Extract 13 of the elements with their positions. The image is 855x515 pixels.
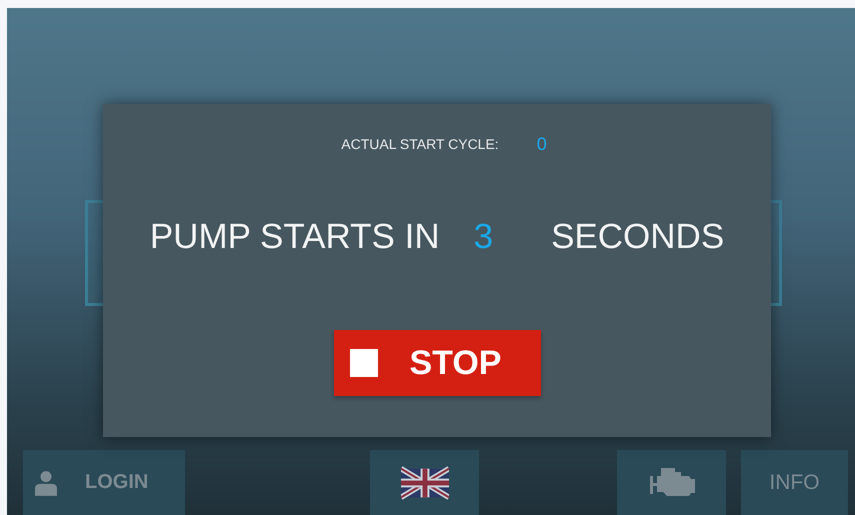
login-button[interactable]: LOGIN	[23, 450, 185, 515]
engine-button[interactable]	[617, 450, 726, 515]
stop-icon	[350, 349, 378, 377]
flag-icon	[400, 464, 448, 500]
message-text: SECONDS	[551, 217, 724, 257]
cycle-value: 0	[536, 134, 547, 155]
user-icon	[35, 470, 57, 496]
cycle-label: ACTUAL START CYCLE:	[341, 136, 499, 154]
message-text: PUMP STARTS IN	[150, 217, 440, 257]
info-button[interactable]: INFO	[741, 450, 848, 515]
language-button[interactable]	[370, 450, 479, 515]
stop-button[interactable]: STOP	[334, 330, 540, 396]
countdown-value: 3	[474, 217, 494, 257]
